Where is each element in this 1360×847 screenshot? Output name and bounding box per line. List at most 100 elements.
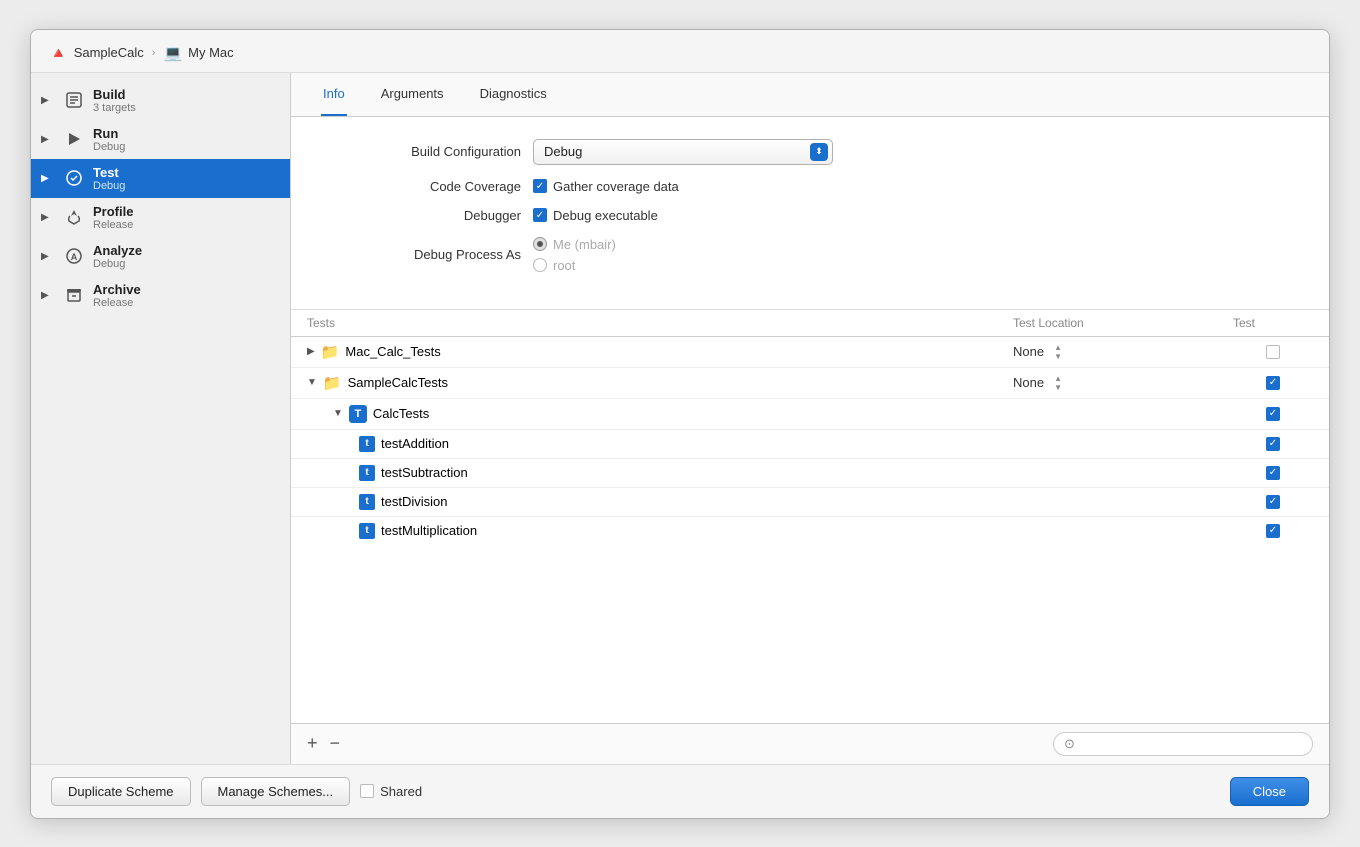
shared-checkbox[interactable] [360, 784, 374, 798]
table-row: t testAddition ✓ [291, 430, 1329, 459]
test-name-mac-calc: Mac_Calc_Tests [345, 344, 440, 359]
radio-option-root[interactable]: root [533, 258, 616, 273]
dropdown-arrow-icon: ⬍ [810, 143, 828, 161]
duplicate-scheme-button[interactable]: Duplicate Scheme [51, 777, 191, 806]
radio-me-indicator [533, 237, 547, 251]
test-icon-multiplication: t [359, 523, 375, 539]
sidebar-item-test[interactable]: ▶ Test Debug [31, 159, 290, 198]
location-spinner-mac-calc[interactable]: ▲▼ [1054, 343, 1062, 361]
test-check-multiplication: ✓ [1233, 524, 1313, 538]
main-content: Info Arguments Diagnostics Build Configu… [291, 73, 1329, 764]
test-name-calc-tests: CalcTests [373, 406, 429, 421]
code-coverage-control: ✓ Gather coverage data [533, 179, 679, 194]
test-checkbox-calc-tests[interactable]: ✓ [1266, 407, 1280, 421]
build-icon [63, 89, 85, 111]
debug-process-label: Debug Process As [321, 247, 521, 262]
manage-schemes-button[interactable]: Manage Schemes... [201, 777, 351, 806]
test-checkbox-sample-calc[interactable]: ✓ [1266, 376, 1280, 390]
expand-arrow-archive: ▶ [41, 290, 55, 301]
shared-label: Shared [380, 784, 422, 799]
tab-arguments[interactable]: Arguments [379, 73, 446, 117]
expand-arrow-profile: ▶ [41, 212, 55, 223]
table-row: t testMultiplication ✓ [291, 517, 1329, 545]
none-label-mac-calc: None [1013, 344, 1044, 359]
radio-group-debug-process: Me (mbair) root [533, 237, 616, 273]
test-location-sample-calc: None ▲▼ [1013, 374, 1233, 392]
table-row: ▶ 📁 Mac_Calc_Tests None ▲▼ [291, 337, 1329, 368]
expand-arrow-sample-calc[interactable]: ▼ [307, 377, 317, 388]
radio-me-label: Me (mbair) [553, 237, 616, 252]
test-icon-subtraction: t [359, 465, 375, 481]
build-config-dropdown[interactable]: Debug ⬍ [533, 139, 833, 165]
run-icon [63, 128, 85, 150]
tab-info[interactable]: Info [321, 73, 347, 117]
sidebar-item-build[interactable]: ▶ Build 3 targets [31, 81, 290, 120]
class-icon-calc-tests: T [349, 405, 367, 423]
sidebar-item-run[interactable]: ▶ Run Debug [31, 120, 290, 159]
device-icon: 💻 [163, 44, 182, 62]
test-label: Test [93, 165, 125, 180]
tests-panel: Tests Test Location Test ▶ 📁 Mac_Calc_Te… [291, 310, 1329, 764]
device-name: My Mac [188, 45, 234, 60]
close-button[interactable]: Close [1230, 777, 1309, 806]
tab-diagnostics[interactable]: Diagnostics [478, 73, 549, 117]
debugger-control: ✓ Debug executable [533, 208, 658, 223]
tests-table-body: ▶ 📁 Mac_Calc_Tests None ▲▼ [291, 337, 1329, 723]
test-check-mac-calc [1233, 345, 1313, 359]
add-test-button[interactable]: + [307, 733, 318, 754]
debugger-label: Debugger [321, 208, 521, 223]
table-row: t testSubtraction ✓ [291, 459, 1329, 488]
sidebar-item-profile[interactable]: ▶ Profile Release [31, 198, 290, 237]
build-label: Build [93, 87, 136, 102]
expand-arrow-calc-tests[interactable]: ▼ [333, 408, 343, 419]
test-col-header: Test [1233, 316, 1313, 330]
test-icon-division: t [359, 494, 375, 510]
filter-input[interactable] [1081, 737, 1302, 751]
analyze-icon: A [63, 245, 85, 267]
test-name-addition: testAddition [381, 436, 449, 451]
test-checkbox-addition[interactable]: ✓ [1266, 437, 1280, 451]
sidebar-item-analyze[interactable]: ▶ A Analyze Debug [31, 237, 290, 276]
build-config-value: Debug [544, 144, 582, 159]
test-checkbox-division[interactable]: ✓ [1266, 495, 1280, 509]
test-row-name-calc-tests: ▼ T CalcTests [307, 405, 1013, 423]
table-row: ▼ 📁 SampleCalcTests None ▲▼ ✓ [291, 368, 1329, 399]
debug-process-control: Me (mbair) root [533, 237, 616, 273]
sidebar-item-archive[interactable]: ▶ Archive Release [31, 276, 290, 315]
location-spinner-sample-calc[interactable]: ▲▼ [1054, 374, 1062, 392]
test-checkbox-mac-calc[interactable] [1266, 345, 1280, 359]
tab-bar: Info Arguments Diagnostics [291, 73, 1329, 117]
test-check-calc-tests: ✓ [1233, 407, 1313, 421]
test-row-name-multiplication: t testMultiplication [307, 523, 1013, 539]
expand-arrow-test: ▶ [41, 173, 55, 184]
radio-option-me[interactable]: Me (mbair) [533, 237, 616, 252]
tests-table-header: Tests Test Location Test [291, 310, 1329, 337]
test-row-name-mac-calc: ▶ 📁 Mac_Calc_Tests [307, 343, 1013, 361]
titlebar: 🔺 SampleCalc › 💻 My Mac [31, 30, 1329, 73]
radio-root-indicator [533, 258, 547, 272]
run-sublabel: Debug [93, 141, 125, 153]
code-coverage-checkbox[interactable]: ✓ [533, 179, 547, 193]
test-check-division: ✓ [1233, 495, 1313, 509]
analyze-label: Analyze [93, 243, 142, 258]
analyze-sublabel: Debug [93, 258, 142, 270]
test-checkbox-multiplication[interactable]: ✓ [1266, 524, 1280, 538]
remove-test-button[interactable]: − [330, 733, 341, 754]
app-name: SampleCalc [74, 45, 144, 60]
debugger-checkbox-row: ✓ Debug executable [533, 208, 658, 223]
test-icon [63, 167, 85, 189]
debug-process-row: Debug Process As Me (mbair) root [321, 237, 1299, 273]
test-name-division: testDivision [381, 494, 447, 509]
profile-icon [63, 206, 85, 228]
expand-arrow-run: ▶ [41, 134, 55, 145]
debugger-checkbox[interactable]: ✓ [533, 208, 547, 222]
test-check-addition: ✓ [1233, 437, 1313, 451]
content-area: ▶ Build 3 targets ▶ [31, 73, 1329, 764]
code-coverage-label: Code Coverage [321, 179, 521, 194]
svg-text:A: A [71, 252, 78, 262]
expand-arrow-mac-calc[interactable]: ▶ [307, 346, 315, 357]
app-icon: 🔺 [49, 44, 68, 62]
code-coverage-checkbox-row: ✓ Gather coverage data [533, 179, 679, 194]
scheme-editor-dialog: 🔺 SampleCalc › 💻 My Mac ▶ Build [30, 29, 1330, 819]
test-checkbox-subtraction[interactable]: ✓ [1266, 466, 1280, 480]
